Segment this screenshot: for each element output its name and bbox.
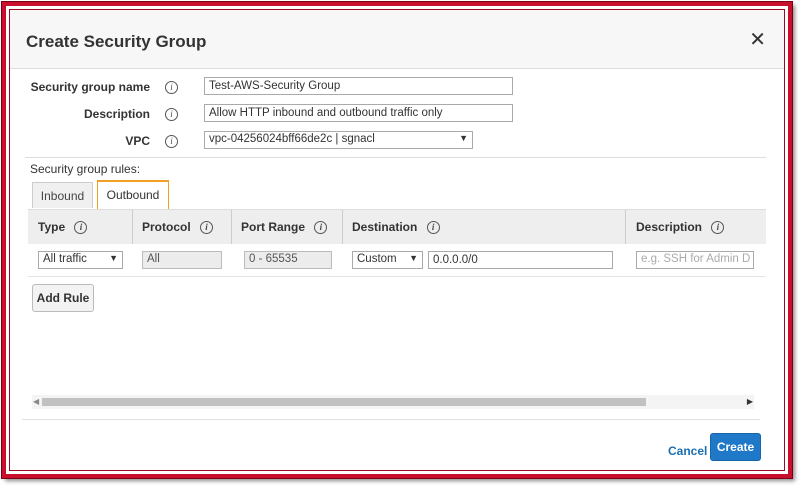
close-icon[interactable]: ✕	[749, 30, 766, 50]
tab-inbound[interactable]: Inbound	[32, 182, 93, 208]
add-rule-button[interactable]: Add Rule	[32, 284, 94, 312]
column-header-label: Type	[38, 220, 66, 234]
tab-outbound[interactable]: Outbound	[97, 180, 169, 209]
column-header-type: Type i	[38, 220, 88, 235]
vpc-select-value: vpc-04256024bff66de2c | sgnacl	[209, 133, 375, 145]
description-input[interactable]	[204, 104, 513, 122]
column-header-label: Protocol	[142, 220, 191, 234]
scroll-thumb[interactable]	[42, 398, 646, 406]
divider	[25, 157, 766, 158]
info-icon[interactable]: i	[200, 221, 214, 235]
destination-mode-select[interactable]: Custom ▼	[352, 251, 423, 269]
type-select[interactable]: All traffic ▼	[38, 251, 123, 269]
info-icon[interactable]: i	[165, 135, 178, 148]
column-header-description: Description i	[636, 220, 725, 235]
info-icon[interactable]: i	[165, 108, 178, 121]
rules-label: Security group rules:	[30, 162, 141, 176]
footer-divider	[22, 419, 760, 420]
chevron-down-icon: ▼	[109, 253, 118, 263]
cancel-button[interactable]: Cancel	[668, 444, 707, 458]
column-divider	[342, 210, 343, 244]
type-select-value: All traffic	[43, 253, 87, 265]
screenshot-frame: Create Security Group ✕ Security group n…	[2, 2, 792, 478]
vpc-label: VPC	[125, 134, 150, 148]
description-label: Description	[83, 107, 150, 121]
name-label: Security group name	[30, 80, 150, 94]
rules-table-header: Type i Protocol i Port Range i Destinati…	[28, 209, 766, 245]
column-header-protocol: Protocol i	[142, 220, 214, 235]
info-icon[interactable]: i	[165, 81, 178, 94]
column-header-label: Description	[636, 220, 703, 234]
column-header-destination: Destination i	[352, 220, 440, 235]
chevron-down-icon: ▼	[459, 133, 468, 143]
port-range-field: 0 - 65535	[244, 251, 332, 269]
column-header-label: Destination	[352, 220, 418, 234]
vpc-select[interactable]: vpc-04256024bff66de2c | sgnacl ▼	[204, 131, 473, 149]
scroll-right-icon[interactable]: ▶	[747, 397, 753, 406]
chevron-down-icon: ▼	[409, 253, 418, 263]
column-divider	[231, 210, 232, 244]
column-header-label: Port Range	[241, 220, 306, 234]
rule-description-input[interactable]: e.g. SSH for Admin D	[636, 251, 754, 269]
info-icon[interactable]: i	[426, 221, 440, 235]
destination-cidr-input[interactable]	[428, 251, 613, 269]
column-header-port-range: Port Range i	[241, 220, 328, 235]
column-divider	[132, 210, 133, 244]
dialog-header: Create Security Group ✕	[10, 10, 784, 69]
security-group-name-input[interactable]	[204, 77, 513, 95]
create-button[interactable]: Create	[710, 433, 761, 461]
column-divider	[625, 210, 626, 244]
info-icon[interactable]: i	[711, 221, 725, 235]
dialog: Create Security Group ✕ Security group n…	[9, 9, 785, 471]
protocol-field: All	[142, 251, 222, 269]
info-icon[interactable]: i	[314, 221, 328, 235]
horizontal-scrollbar[interactable]: ◀ ▶	[32, 395, 754, 409]
table-row: All traffic ▼ All 0 - 65535 Custom ▼ e.g…	[28, 244, 766, 277]
dialog-title: Create Security Group	[26, 32, 207, 51]
destination-mode-value: Custom	[357, 253, 397, 265]
scroll-left-icon[interactable]: ◀	[33, 397, 39, 406]
info-icon[interactable]: i	[74, 221, 88, 235]
